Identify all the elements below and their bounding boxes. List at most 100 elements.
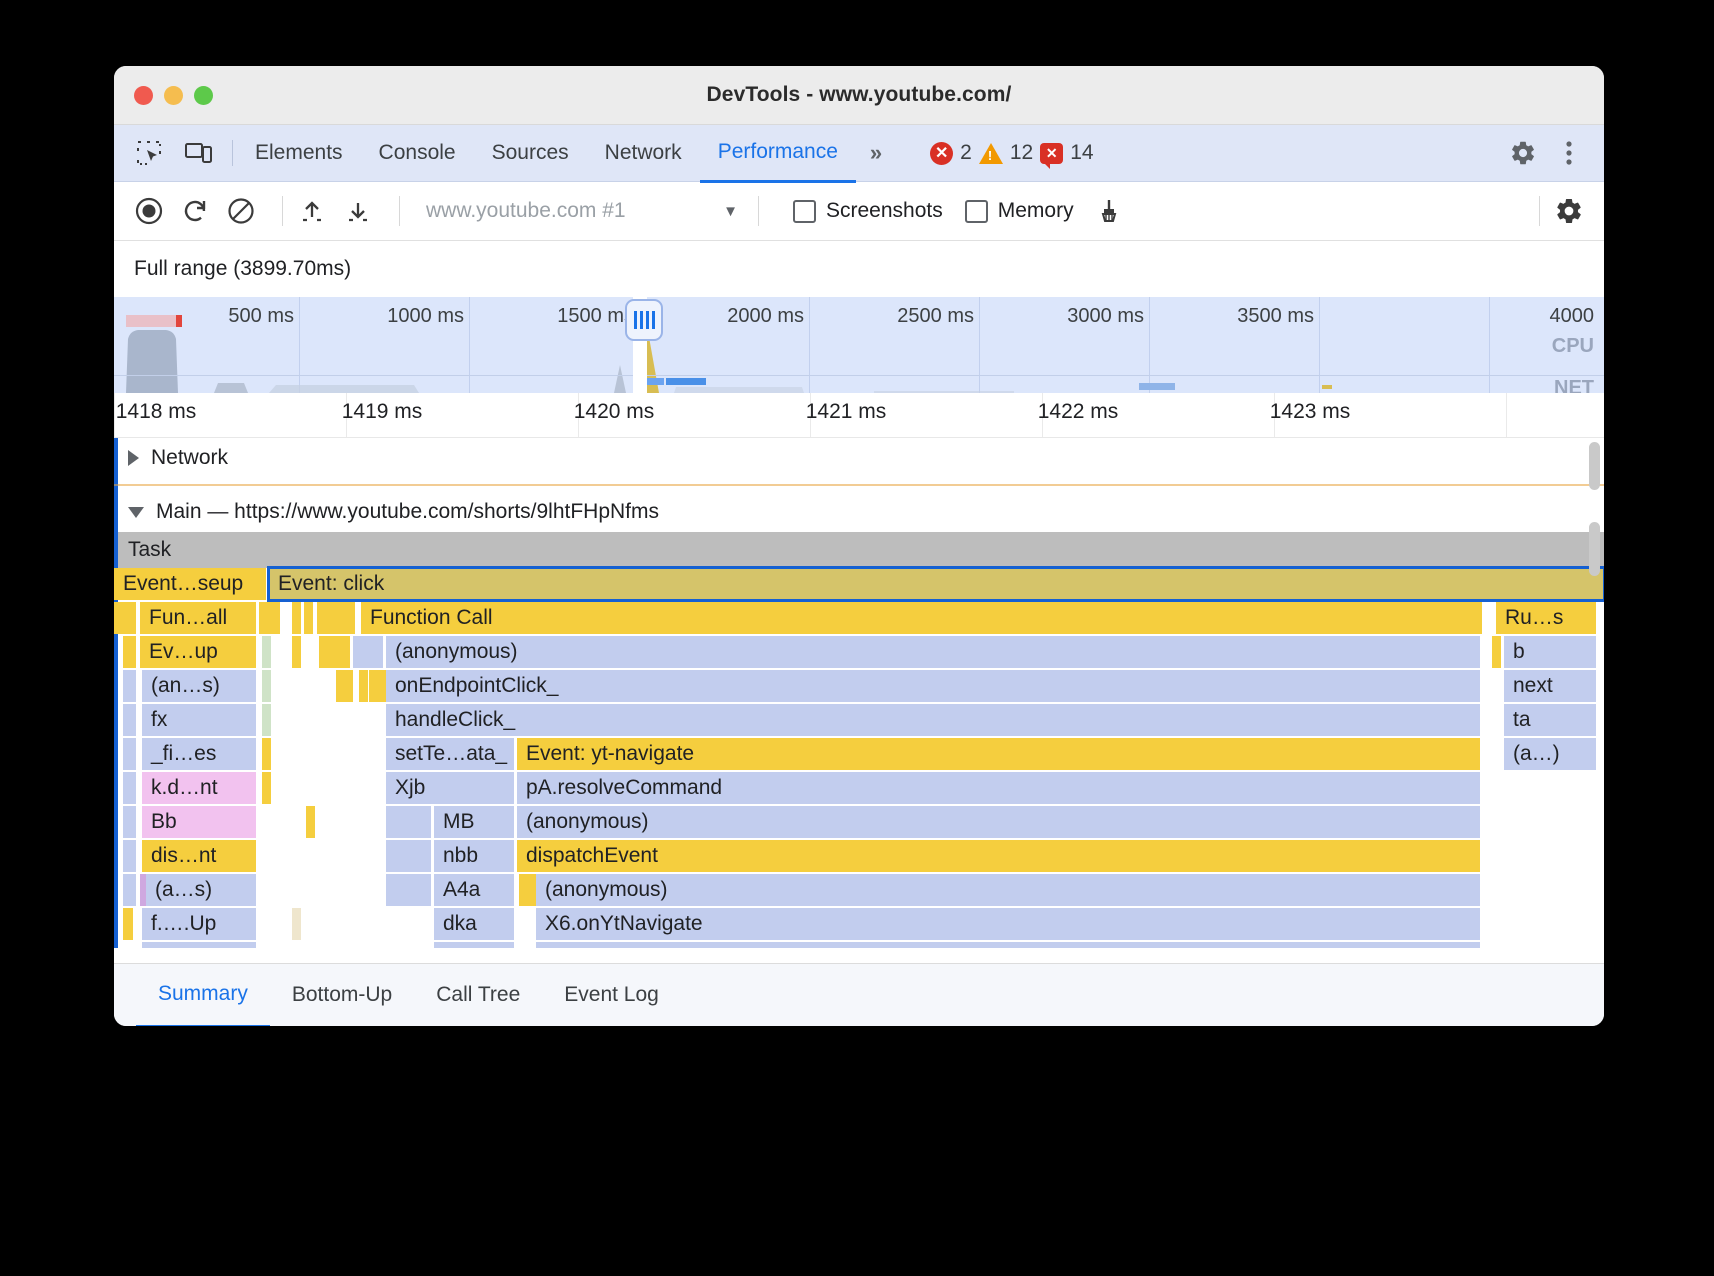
flame-block[interactable]: A4a <box>434 874 514 906</box>
upload-icon[interactable] <box>295 194 329 228</box>
flame-row[interactable]: f.….Up dka X6.onYtNavigate <box>114 908 1604 942</box>
flame-block-unlabeled[interactable] <box>262 670 271 702</box>
flame-block-unlabeled[interactable] <box>386 840 431 872</box>
flame-block[interactable]: next <box>1504 670 1596 702</box>
flame-block[interactable]: (a…s) <box>146 874 256 906</box>
flame-block-unlabeled[interactable] <box>123 704 136 736</box>
flame-chart-rows[interactable]: Event…seupEvent: clickFun…allFunction Ca… <box>114 568 1604 948</box>
warning-counter[interactable]: 12 <box>979 141 1033 165</box>
main-track-header[interactable]: Main — https://www.youtube.com/shorts/9l… <box>114 492 1604 532</box>
network-track-header[interactable]: Network <box>114 438 1604 478</box>
flame-block-unlabeled[interactable] <box>359 670 368 702</box>
flame-block-unlabeled[interactable] <box>123 908 133 940</box>
tab-network[interactable]: Network <box>587 125 700 181</box>
flame-block[interactable]: Ru…s <box>1496 602 1596 634</box>
flame-block-unlabeled[interactable] <box>527 874 536 906</box>
flame-row[interactable]: _fi…essetTe…ata_Event: yt-navigate(a…) <box>114 738 1604 772</box>
flame-block-unlabeled[interactable] <box>292 602 301 634</box>
flame-block[interactable]: (anonymous) <box>536 874 1480 906</box>
flame-row[interactable]: dis…ntnbbdispatchEvent <box>114 840 1604 874</box>
flame-block[interactable]: setTe…ata_ <box>386 738 514 770</box>
tab-elements[interactable]: Elements <box>237 125 361 181</box>
flame-block-unlabeled[interactable] <box>123 670 136 702</box>
flame-row[interactable]: (an…s)onEndpointClick_next <box>114 670 1604 704</box>
flame-block[interactable]: dis…nt <box>142 840 256 872</box>
flame-block[interactable]: ta <box>1504 704 1596 736</box>
flame-block[interactable]: X6.handleNavigate <box>536 942 1480 948</box>
tab-sources[interactable]: Sources <box>474 125 587 181</box>
inspect-element-icon[interactable] <box>134 138 164 168</box>
more-tabs-icon[interactable]: » <box>856 125 896 181</box>
flame-block-unlabeled[interactable] <box>262 738 271 770</box>
flame-block[interactable]: b <box>1504 636 1596 668</box>
flame-block-unlabeled[interactable] <box>259 602 280 634</box>
flame-chart-tracks[interactable]: Network Main — https://www.youtube.com/s… <box>114 438 1604 948</box>
tab-event-log[interactable]: Event Log <box>542 964 681 1026</box>
flame-block[interactable]: Event: yt-navigate <box>517 738 1480 770</box>
flame-block[interactable]: (anonymous) <box>386 636 1480 668</box>
flame-block-unlabeled[interactable] <box>123 874 136 906</box>
flame-row[interactable]: Bb MB(anonymous) <box>114 806 1604 840</box>
memory-checkbox[interactable]: Memory <box>965 199 1074 223</box>
task-band[interactable]: Task <box>114 532 1604 568</box>
flame-block[interactable]: Bb <box>142 806 256 838</box>
kebab-menu-icon[interactable] <box>1554 138 1584 168</box>
download-icon[interactable] <box>341 194 375 228</box>
flame-block-unlabeled[interactable] <box>114 602 136 634</box>
flame-block[interactable]: dka <box>434 908 514 940</box>
flame-block-unlabeled[interactable] <box>123 772 136 804</box>
record-icon[interactable] <box>132 194 166 228</box>
flame-block-unlabeled[interactable] <box>262 772 271 804</box>
error-counter[interactable]: ✕ 2 <box>930 141 972 165</box>
flame-block[interactable]: MB <box>434 806 514 838</box>
screenshots-checkbox[interactable]: Screenshots <box>793 199 943 223</box>
flame-block-unlabeled[interactable] <box>123 840 136 872</box>
flame-block[interactable]: _fi…es <box>142 738 256 770</box>
flame-block-unlabeled[interactable] <box>292 908 301 940</box>
flame-block[interactable]: f.….Up <box>142 908 256 940</box>
flame-block-unlabeled[interactable] <box>353 636 383 668</box>
flame-row[interactable]: (a…s) A4a (anonymous) <box>114 874 1604 908</box>
flame-block-unlabeled[interactable] <box>319 636 350 668</box>
flame-block[interactable]: X6.onYtNavigate <box>536 908 1480 940</box>
flame-row[interactable]: Event…seupEvent: click <box>114 568 1604 602</box>
flame-block[interactable]: Event…seup <box>114 568 266 600</box>
flame-block-unlabeled[interactable] <box>386 874 431 906</box>
flame-block[interactable]: pA.resolveCommand <box>517 772 1480 804</box>
flame-row[interactable]: fxhandleClick_ta <box>114 704 1604 738</box>
flame-block[interactable]: (anonymous) <box>517 806 1480 838</box>
flame-row[interactable]: tF…pf.getX6.handleNavigate <box>114 942 1604 948</box>
overview-selection-handle[interactable] <box>625 299 663 341</box>
flame-block[interactable]: dispatchEvent <box>517 840 1480 872</box>
flame-block[interactable]: Function Call <box>361 602 1482 634</box>
flame-block-unlabeled[interactable] <box>317 602 355 634</box>
flame-block[interactable]: Xjb <box>386 772 514 804</box>
flame-block[interactable]: k.d…nt <box>142 772 256 804</box>
tab-performance[interactable]: Performance <box>700 124 856 183</box>
broom-icon[interactable] <box>1092 194 1126 228</box>
gear-icon[interactable] <box>1508 138 1538 168</box>
tab-bottom-up[interactable]: Bottom-Up <box>270 964 414 1026</box>
flame-block[interactable]: Fun…all <box>140 602 256 634</box>
tracks-scrollbar[interactable] <box>1589 522 1600 576</box>
clear-icon[interactable] <box>224 194 258 228</box>
issue-counter[interactable]: ✕ 14 <box>1040 141 1093 165</box>
flame-block[interactable]: tF…p <box>142 942 256 948</box>
flame-block-unlabeled[interactable] <box>336 670 353 702</box>
flame-block-unlabeled[interactable] <box>262 636 271 668</box>
flame-row[interactable]: Ev…up (anonymous) b <box>114 636 1604 670</box>
tab-console[interactable]: Console <box>361 125 474 181</box>
flame-block[interactable]: Event: click <box>269 568 1604 600</box>
recording-select[interactable]: www.youtube.com #1 ▼ <box>426 199 746 223</box>
flame-block-unlabeled[interactable] <box>123 738 136 770</box>
tab-summary[interactable]: Summary <box>136 963 270 1027</box>
timeline-overview[interactable]: 500 ms 1000 ms 1500 ms 2000 ms 2500 ms 3… <box>114 297 1604 393</box>
performance-settings-gear-icon[interactable] <box>1552 194 1586 228</box>
device-toolbar-icon[interactable] <box>184 138 214 168</box>
flame-block-unlabeled[interactable] <box>292 636 301 668</box>
flame-block-unlabeled[interactable] <box>262 704 271 736</box>
flame-block[interactable]: Ev…up <box>140 636 256 668</box>
flame-block[interactable]: onEndpointClick_ <box>386 670 1480 702</box>
tab-call-tree[interactable]: Call Tree <box>414 964 542 1026</box>
flame-block[interactable]: handleClick_ <box>386 704 1480 736</box>
